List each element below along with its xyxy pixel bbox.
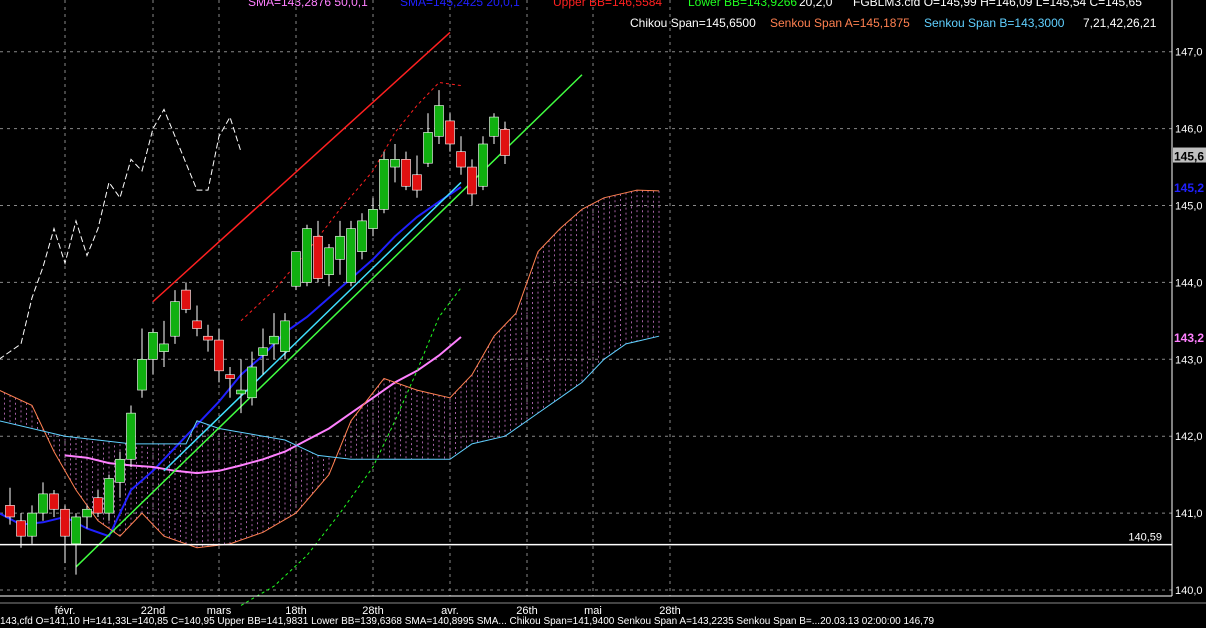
candle	[5, 505, 15, 518]
indicator-label: Senkou Span A=145,1875	[770, 16, 910, 30]
candle	[401, 159, 411, 187]
price-chart[interactable]: 140,59 147,0 146,0 145,0 144,0 143,0 142,0 141,…	[0, 0, 1206, 628]
indicator-label: 20,2,0	[799, 0, 833, 9]
candle	[445, 120, 455, 145]
indicator-label: Upper BB=146,5584	[553, 0, 663, 9]
candle	[467, 166, 477, 195]
candle	[82, 508, 92, 518]
candle	[27, 512, 37, 537]
candle	[115, 458, 125, 483]
candle	[368, 209, 378, 229]
candle	[346, 228, 356, 283]
candle	[423, 132, 433, 164]
candle	[302, 228, 312, 283]
candle	[16, 520, 26, 537]
indicator-label: SMA=145,2425 20,0,1	[400, 0, 520, 9]
candle	[214, 339, 224, 372]
price-tick-label: 146,0	[1175, 124, 1203, 136]
indicator-label: 7,21,42,26,21	[1083, 16, 1157, 30]
candle	[335, 235, 345, 260]
candle	[412, 174, 422, 191]
candle	[49, 493, 59, 510]
candle	[324, 247, 334, 276]
series-chikou-span	[0, 108, 242, 360]
candle	[126, 412, 136, 460]
price-tick-label: 141,0	[1175, 508, 1203, 520]
candle	[291, 251, 301, 287]
candle	[71, 516, 81, 545]
candle	[170, 301, 180, 337]
candle	[203, 335, 213, 341]
price-axis-bg	[1172, 0, 1206, 628]
candle	[60, 508, 70, 537]
candle	[181, 289, 191, 310]
indicator-label: Lower BB=143,9266	[688, 0, 798, 9]
status-footer: 143,cfd O=141,10 H=141,33L=140,85 C=140,…	[0, 616, 935, 627]
indicator-label: FGBLM3.cfd O=145,99 H=146,09 L=145,54 C=…	[853, 0, 1142, 9]
candle	[357, 220, 367, 252]
candle	[236, 389, 246, 395]
candle	[38, 493, 48, 514]
candle	[93, 497, 103, 514]
candle	[247, 366, 257, 399]
candle	[280, 320, 290, 352]
price-marker-label: 145,6	[1174, 150, 1204, 164]
candle	[225, 374, 235, 379]
candle	[456, 151, 466, 168]
price-marker-label: 145,2	[1174, 181, 1204, 195]
indicator-label: SMA=143,2876 50,0,1	[248, 0, 368, 9]
price-tick-label: 145,0	[1175, 201, 1203, 213]
candle	[379, 159, 389, 210]
indicator-label: Chikou Span=145,6500	[630, 16, 756, 30]
candle	[159, 343, 169, 352]
candle	[137, 358, 147, 391]
indicator-label: Senkou Span B=143,3000	[924, 16, 1065, 30]
candle	[390, 159, 400, 168]
candle	[104, 478, 114, 514]
price-marker-label: 143,2	[1174, 331, 1204, 345]
candle	[489, 116, 499, 137]
candle	[478, 143, 488, 187]
price-tick-label: 140,0	[1175, 585, 1203, 597]
price-tick-label: 144,0	[1175, 277, 1203, 289]
candle	[148, 332, 158, 360]
price-tick-label: 147,0	[1175, 47, 1203, 59]
trendline-support-cyan	[163, 181, 462, 472]
candle	[500, 129, 510, 156]
candle	[313, 235, 323, 279]
candle	[269, 335, 279, 345]
price-level-label: 140,59	[1128, 532, 1162, 544]
price-tick-label: 142,0	[1175, 431, 1203, 443]
candle	[434, 105, 444, 137]
price-tick-label: 143,0	[1175, 354, 1203, 366]
candle	[258, 347, 268, 356]
candle	[192, 320, 202, 329]
